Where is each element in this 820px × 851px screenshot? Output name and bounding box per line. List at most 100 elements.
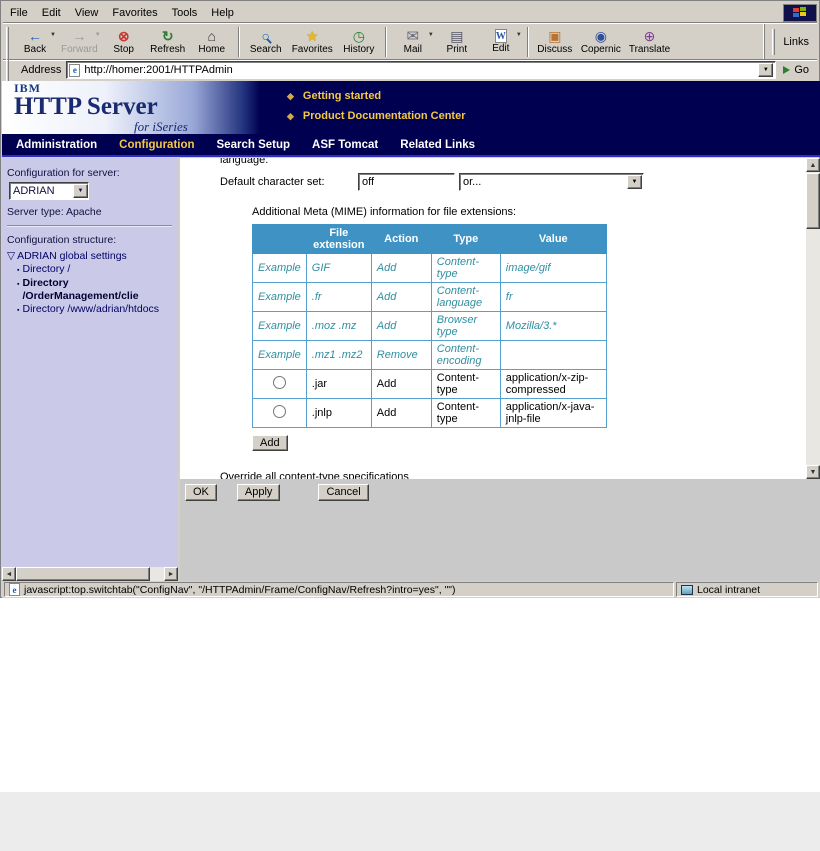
address-bar: Address e http://homer:2001/HTTPAdmin ▼ … xyxy=(3,55,817,85)
example-cell: Example xyxy=(252,253,307,283)
favorites-button[interactable]: ★ Favorites xyxy=(288,25,337,59)
menu-item-view[interactable]: View xyxy=(68,5,106,21)
links-band[interactable]: Links xyxy=(764,24,817,59)
server-select-arrow[interactable]: ▼ xyxy=(73,184,88,198)
print-button[interactable]: ▤ Print xyxy=(435,25,479,59)
scroll-up-arrow[interactable]: ▲ xyxy=(806,158,820,172)
mime-row-radio[interactable] xyxy=(272,405,286,418)
copernic-button[interactable]: ◉ Copernic xyxy=(577,25,625,59)
charset-label: Default character set: xyxy=(220,176,325,188)
links-grip[interactable] xyxy=(772,28,776,55)
tree-item-directory-root[interactable]: ▪ Directory / xyxy=(7,263,174,277)
value-cell: application/x-java-jnlp-file xyxy=(499,398,607,428)
action-cell: Add xyxy=(370,282,432,312)
scroll-down-arrow[interactable]: ▼ xyxy=(806,465,820,479)
forward-dropdown-caret[interactable]: ▼ xyxy=(95,32,101,38)
menu-item-edit[interactable]: Edit xyxy=(35,5,68,21)
mail-dropdown-caret[interactable]: ▼ xyxy=(428,32,434,38)
apply-button[interactable]: Apply xyxy=(236,484,281,501)
security-zone-panel: Local intranet xyxy=(676,582,818,597)
server-select[interactable]: ADRIAN ▼ xyxy=(9,182,89,200)
nav-tabs: Administration Configuration Search Setu… xyxy=(2,134,820,157)
tab-search-setup[interactable]: Search Setup xyxy=(217,139,291,151)
sidebar-divider xyxy=(7,225,172,227)
refresh-button[interactable]: ↻ Refresh xyxy=(146,25,190,59)
main-vertical-scrollbar[interactable]: ▲ ▼ xyxy=(806,158,820,479)
config-structure-label: Configuration structure: xyxy=(7,234,117,246)
refresh-label: Refresh xyxy=(150,44,186,55)
getting-started-label: Getting started xyxy=(302,90,382,102)
stop-icon: ⊗ xyxy=(117,27,130,44)
type-cell: Content-language xyxy=(430,282,501,312)
charset-input[interactable] xyxy=(358,173,455,191)
refresh-icon: ↻ xyxy=(161,27,174,44)
mime-row-radio[interactable] xyxy=(272,376,286,389)
translate-globe-icon: ⊕ xyxy=(643,27,656,44)
go-button[interactable]: Go xyxy=(781,64,815,76)
action-cell: Add xyxy=(370,253,432,283)
translate-button[interactable]: ⊕ Translate xyxy=(625,25,674,59)
forward-button[interactable]: → Forward ▼ xyxy=(57,25,102,59)
scroll-thumb[interactable] xyxy=(806,173,820,229)
search-label: Search xyxy=(249,44,282,55)
copernic-icon: ◉ xyxy=(594,27,607,44)
getting-started-link[interactable]: ◆ Getting started xyxy=(287,90,466,102)
windows-logo-icon xyxy=(783,4,817,22)
scroll-thumb[interactable] xyxy=(16,567,150,581)
mail-button[interactable]: ✉ Mail ▼ xyxy=(391,25,435,59)
cancel-button[interactable]: Cancel xyxy=(318,484,369,501)
example-cell: Example xyxy=(252,311,307,341)
header-value: Value xyxy=(499,224,607,254)
bullet-icon: ▪ xyxy=(17,281,20,288)
toolbar-grip[interactable] xyxy=(6,26,9,57)
translate-label: Translate xyxy=(628,44,671,55)
add-button[interactable]: Add xyxy=(252,435,288,451)
go-label: Go xyxy=(794,64,809,76)
scroll-right-arrow[interactable]: ► xyxy=(164,567,178,581)
form-button-bar: OK Apply Cancel xyxy=(180,479,820,581)
type-cell: Content-type xyxy=(430,369,501,399)
edit-dropdown-caret[interactable]: ▼ xyxy=(516,32,522,38)
history-button[interactable]: ◷ History xyxy=(337,25,381,59)
address-dropdown-button[interactable]: ▼ xyxy=(758,63,774,77)
banner-links: ◆ Getting started ◆ Product Documentatio… xyxy=(287,90,466,122)
status-text: javascript:top.switchtab("ConfigNav", "/… xyxy=(24,583,456,596)
tree-root-global-settings[interactable]: ▽ ADRIAN global settings xyxy=(7,250,174,263)
stop-button[interactable]: ⊗ Stop xyxy=(102,25,146,59)
tree-item-directory-ordermanagement[interactable]: ▪ Directory /OrderManagement/clie xyxy=(7,277,174,303)
charset-or-select[interactable]: or... ▼ xyxy=(459,173,644,191)
tree-expand-icon[interactable]: ▽ xyxy=(7,250,15,263)
search-button[interactable]: ○ Search xyxy=(244,25,288,59)
value-cell: Mozilla/3.* xyxy=(499,311,607,341)
tab-configuration[interactable]: Configuration xyxy=(119,139,194,151)
charset-select-arrow[interactable]: ▼ xyxy=(627,175,642,189)
menu-item-favorites[interactable]: Favorites xyxy=(105,5,164,21)
home-button[interactable]: ⌂ Home xyxy=(190,25,234,59)
sidebar: Configuration for server: ADRIAN ▼ Serve… xyxy=(2,158,178,567)
type-cell: Content-type xyxy=(430,398,501,428)
tab-administration[interactable]: Administration xyxy=(16,139,97,151)
status-message-panel: e javascript:top.switchtab("ConfigNav", … xyxy=(4,582,674,597)
menu-item-tools[interactable]: Tools xyxy=(165,5,205,21)
sidebar-horizontal-scrollbar[interactable]: ◄ ► xyxy=(2,567,178,581)
tree-item-directory-htdocs[interactable]: ▪ Directory /www/adrian/htdocs xyxy=(7,303,174,317)
back-button[interactable]: ← Back ▼ xyxy=(13,25,57,59)
mime-table-header-row: File extension Action Type Value xyxy=(252,224,607,254)
tree-item-label: Directory /OrderManagement/clie xyxy=(22,277,139,302)
scroll-left-arrow[interactable]: ◄ xyxy=(2,567,16,581)
discuss-button[interactable]: ▣ Discuss xyxy=(533,25,577,59)
action-cell: Remove xyxy=(370,340,432,370)
address-input[interactable]: e http://homer:2001/HTTPAdmin ▼ xyxy=(66,61,777,79)
tree-root-label: ADRIAN global settings xyxy=(17,250,127,262)
value-cell: application/x-zip-compressed xyxy=(499,369,607,399)
product-doc-center-link[interactable]: ◆ Product Documentation Center xyxy=(287,110,466,122)
header-type: Type xyxy=(430,224,501,254)
tab-related-links[interactable]: Related Links xyxy=(400,139,475,151)
menu-item-help[interactable]: Help xyxy=(204,5,241,21)
tab-asf-tomcat[interactable]: ASF Tomcat xyxy=(312,139,378,151)
value-cell: image/gif xyxy=(499,253,607,283)
back-dropdown-caret[interactable]: ▼ xyxy=(50,32,56,38)
ok-button[interactable]: OK xyxy=(185,484,217,501)
edit-button[interactable]: W Edit ▼ xyxy=(479,25,523,59)
menu-item-file[interactable]: File xyxy=(3,5,35,21)
